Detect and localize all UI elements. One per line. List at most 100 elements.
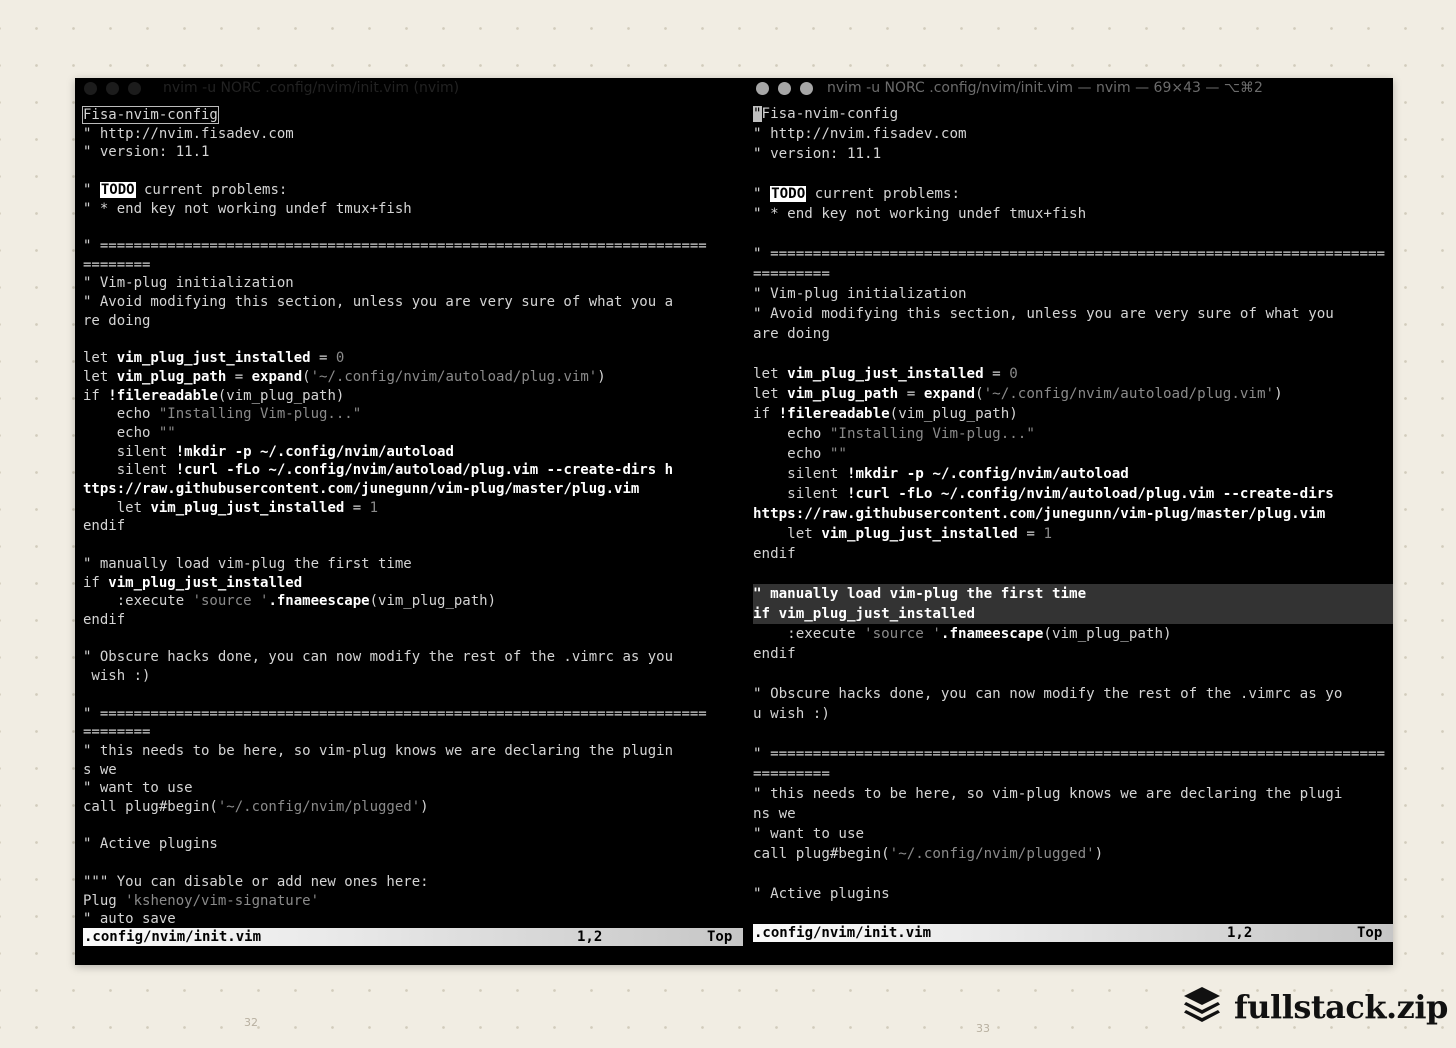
- code-token: echo: [83, 406, 159, 423]
- code-token: " version: 11.1: [753, 146, 882, 162]
- code-token: vim_plug_just_installed: [150, 499, 345, 516]
- code-line: " TODO current problems:: [83, 181, 743, 200]
- code-token: " ======================================…: [753, 746, 1386, 762]
- code-line: " Avoid modifying this section, unless y…: [83, 293, 743, 312]
- code-token: are doing: [753, 326, 830, 342]
- code-token: " http://nvim.fisadev.com: [753, 126, 967, 142]
- right-nvim-pane[interactable]: nvim -u NORC .config/nvim/init.vim — nvi…: [747, 78, 1393, 965]
- code-token: s we: [83, 761, 117, 778]
- code-line: let vim_plug_just_installed = 0: [753, 364, 1393, 384]
- status-filename: .config/nvim/init.vim: [754, 925, 932, 941]
- code-token: silent: [83, 462, 176, 479]
- code-line: " this needs to be here, so vim-plug kno…: [83, 742, 743, 761]
- code-token: " version: 11.1: [83, 144, 210, 161]
- code-token: (vim_plug_path): [217, 387, 345, 404]
- code-token: let: [83, 368, 117, 385]
- code-line: =========: [753, 764, 1393, 784]
- code-token: '~/.config/nvim/plugged': [217, 799, 421, 816]
- code-token: :execute: [753, 626, 865, 642]
- code-line: " manually load vim-plug the first time: [83, 555, 743, 574]
- code-token: " ======================================…: [83, 237, 707, 254]
- code-token: u wish :): [753, 706, 830, 722]
- code-token: " Obscure hacks done, you can now modify…: [753, 686, 1343, 702]
- code-token: vim_plug_path: [787, 386, 899, 402]
- code-line: let vim_plug_path = expand('~/.config/nv…: [83, 368, 743, 387]
- code-line: :execute 'source '.fnameescape(vim_plug_…: [83, 592, 743, 611]
- close-button[interactable]: [756, 81, 769, 95]
- code-token: endif: [753, 646, 796, 662]
- code-token: """ You can disable or add new ones here…: [83, 873, 429, 890]
- code-line: " ======================================…: [753, 244, 1393, 264]
- code-line: Plug 'kshenoy/vim-signature': [83, 892, 743, 911]
- code-token: 0: [335, 350, 345, 367]
- code-line: " ======================================…: [83, 705, 743, 724]
- minimize-button[interactable]: [106, 81, 119, 95]
- code-line: " http://nvim.fisadev.com: [753, 124, 1393, 144]
- code-token: "": [158, 424, 176, 441]
- zoom-button[interactable]: [128, 81, 141, 95]
- code-token: 1: [369, 499, 379, 516]
- code-token: expand: [251, 368, 303, 385]
- code-token: wish :): [83, 668, 151, 685]
- status-filename: .config/nvim/init.vim: [84, 929, 262, 945]
- code-line: =========: [753, 264, 1393, 284]
- code-line: https://raw.githubusercontent.com/junegu…: [753, 504, 1393, 524]
- code-line: " auto save: [83, 910, 743, 929]
- code-line: u wish :): [753, 704, 1393, 724]
- zoom-button[interactable]: [800, 81, 813, 95]
- window-title: nvim -u NORC .config/nvim/init.vim — nvi…: [827, 80, 1263, 96]
- code-token: .fnameescape: [268, 593, 370, 610]
- code-token: "": [829, 446, 847, 462]
- code-line: if vim_plug_just_installed: [83, 574, 743, 593]
- code-line: s we: [83, 761, 743, 780]
- editor-buffer[interactable]: Fisa-nvim-config " http://nvim.fisadev.co…: [82, 106, 743, 929]
- code-token: ns we: [753, 806, 796, 822]
- todo-highlight: TODO: [99, 181, 136, 198]
- code-token: " this needs to be here, so vim-plug kno…: [83, 742, 674, 759]
- code-token: ): [420, 799, 429, 816]
- code-token: =: [898, 386, 924, 402]
- code-token: if: [753, 406, 779, 422]
- code-token: '~/.config/nvim/plugged': [889, 846, 1095, 862]
- code-line: " ======================================…: [83, 237, 743, 256]
- code-token: 'source ': [864, 626, 941, 642]
- code-token: ========: [83, 724, 151, 741]
- code-token: if: [83, 574, 109, 591]
- code-token: !filereadable: [778, 406, 890, 422]
- code-token: "Installing Vim-plug...": [158, 406, 362, 423]
- code-token: " * end key not working undef tmux+fish: [753, 206, 1087, 222]
- code-token: let: [753, 366, 788, 382]
- code-line: :execute 'source '.fnameescape(vim_plug_…: [753, 624, 1393, 644]
- code-line: if vim_plug_just_installed: [753, 604, 1393, 624]
- left-nvim-pane[interactable]: nvim -u NORC .config/nvim/init.vim (nvim…: [75, 78, 743, 965]
- code-token: =: [344, 499, 370, 516]
- brand-logo: fullstack.zip: [1180, 985, 1448, 1029]
- code-line: "Fisa-nvim-config: [753, 104, 1393, 124]
- layers-stack-icon: [1180, 983, 1224, 1031]
- code-line: let vim_plug_just_installed = 1: [83, 499, 743, 518]
- code-line: ========: [83, 723, 743, 742]
- code-line: wish :): [83, 667, 743, 686]
- code-line: echo "Installing Vim-plug...": [83, 405, 743, 424]
- left-titlebar: nvim -u NORC .config/nvim/init.vim (nvim…: [75, 78, 743, 98]
- code-token: =: [310, 350, 336, 367]
- status-scroll: Top: [1357, 925, 1383, 941]
- minimize-button[interactable]: [778, 81, 791, 95]
- editor-buffer[interactable]: "Fisa-nvim-config " http://nvim.fisadev.c…: [753, 104, 1393, 904]
- code-token: !curl -fLo ~/.config/nvim/autoload/plug.…: [175, 462, 674, 479]
- window-title: nvim -u NORC .config/nvim/init.vim (nvim…: [163, 80, 460, 96]
- code-token: =: [1017, 526, 1044, 542]
- code-token: !curl -fLo ~/.config/nvim/autoload/plug.…: [846, 486, 1334, 502]
- code-line: endif: [83, 517, 743, 536]
- code-token: " http://nvim.fisadev.com: [83, 125, 294, 142]
- close-button[interactable]: [84, 81, 97, 95]
- code-line: re doing: [83, 312, 743, 331]
